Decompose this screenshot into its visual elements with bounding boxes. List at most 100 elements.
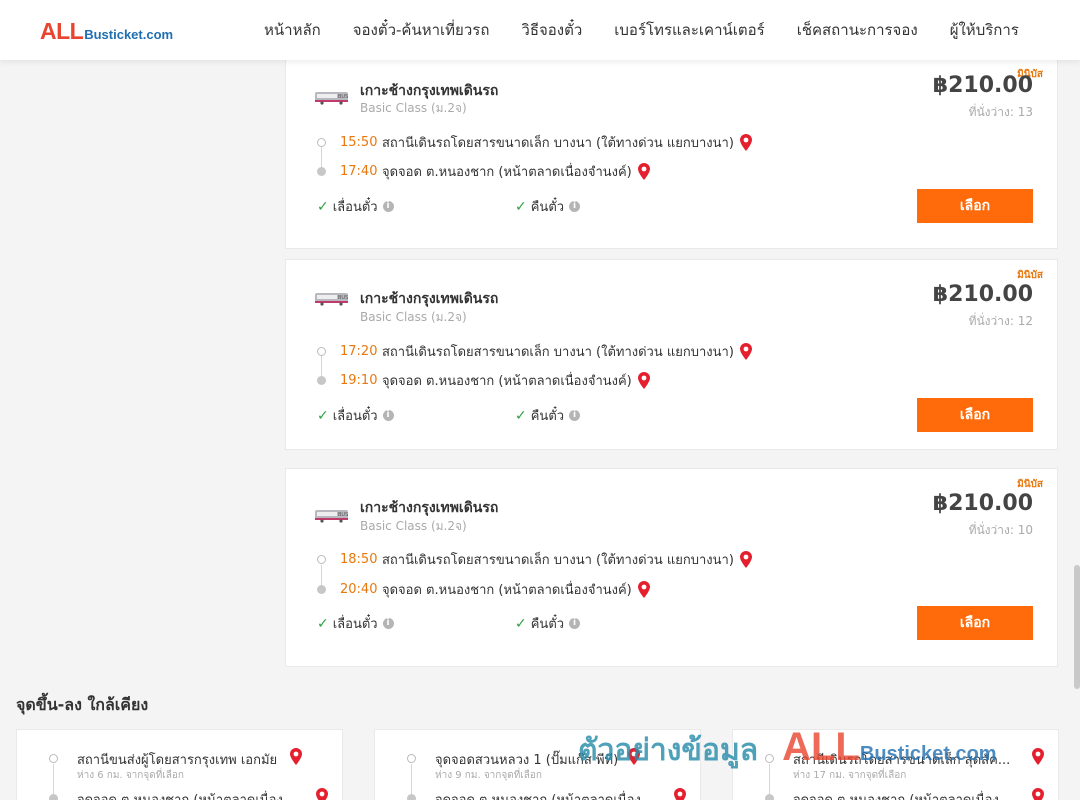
bus-class: Basic Class (ม.2จ) bbox=[360, 519, 467, 533]
route-line bbox=[769, 764, 770, 794]
arrival-dot-icon bbox=[49, 794, 58, 800]
select-trip-button[interactable]: เลือก bbox=[917, 189, 1033, 223]
site-logo[interactable]: ALL Busticket.com bbox=[40, 18, 173, 45]
check-icon: ✓ bbox=[515, 615, 527, 632]
check-icon: ✓ bbox=[317, 407, 329, 424]
feature-label: เลื่อนตั๋ว bbox=[332, 617, 378, 632]
svg-text:BUS: BUS bbox=[338, 512, 348, 518]
nav-booking-status[interactable]: เช็คสถานะการจอง bbox=[781, 18, 934, 42]
info-icon[interactable]: i bbox=[382, 410, 394, 421]
map-pin-icon[interactable] bbox=[1032, 748, 1044, 769]
feature-change-ticket: ✓ เลื่อนตั๋ว i bbox=[317, 613, 394, 634]
map-pin-icon[interactable] bbox=[637, 372, 650, 389]
page-scrollbar[interactable] bbox=[1074, 565, 1080, 689]
nearby-to-stop: จุดจอด ต.หนองชาก (หน้าตลาดเนื่อง bbox=[77, 789, 283, 800]
seats-available: ที่นั่งว่าง: 12 bbox=[968, 314, 1033, 328]
nav-operators[interactable]: ผู้ให้บริการ bbox=[934, 18, 1035, 42]
nearby-from-stop: จุดจอดสวนหลวง 1 (ปั๊มแก๊ส พีที) bbox=[435, 753, 619, 768]
logo-busticket-text: Busticket.com bbox=[84, 27, 174, 42]
map-pin-icon[interactable] bbox=[674, 788, 686, 800]
departure-dot-icon bbox=[317, 555, 326, 564]
arrival-time: 20:40 bbox=[340, 582, 378, 597]
info-icon[interactable]: i bbox=[382, 201, 394, 212]
departure-stop: 17:20 สถานีเดินรถโดยสารขนาดเล็ก บางนา (ใ… bbox=[317, 341, 752, 362]
map-pin-icon[interactable] bbox=[637, 163, 650, 180]
feature-change-ticket: ✓ เลื่อนตั๋ว i bbox=[317, 196, 394, 217]
departure-dot-icon bbox=[49, 754, 58, 763]
nearby-to-stop: จุดจอด ต.หนองชาก (หน้าตลาดเนื่อง bbox=[793, 789, 999, 800]
site-header: ALL Busticket.com หน้าหลัก จองตั๋ว-ค้นหา… bbox=[0, 0, 1080, 60]
departure-time: 18:50 bbox=[340, 552, 378, 567]
departure-time: 15:50 bbox=[340, 135, 378, 150]
main-nav: หน้าหลัก จองตั๋ว-ค้นหาเที่ยวรถ วิธีจองตั… bbox=[248, 0, 1035, 60]
map-pin-icon[interactable] bbox=[739, 134, 752, 151]
departure-place: สถานีเดินรถโดยสารขนาดเล็ก บางนา (ใต้ทางด… bbox=[382, 553, 734, 568]
nav-home[interactable]: หน้าหลัก bbox=[248, 18, 337, 42]
map-pin-icon[interactable] bbox=[1032, 788, 1044, 800]
route-line bbox=[411, 764, 412, 794]
bus-operator-logo-icon: BUS bbox=[315, 293, 348, 306]
info-icon[interactable]: i bbox=[382, 618, 394, 629]
feature-label: เลื่อนตั๋ว bbox=[332, 200, 378, 215]
route-name: เกาะช้างกรุงเทพเดินรถ bbox=[360, 291, 499, 307]
nearby-stop-card[interactable]: จุดจอดสวนหลวง 1 (ปั๊มแก๊ส พีที) ห่าง 9 ก… bbox=[374, 729, 701, 800]
nearby-to-stop: จุดจอด ต.หนองชาก (หน้าตลาดเนื่อง bbox=[435, 789, 641, 800]
map-pin-icon[interactable] bbox=[637, 581, 650, 598]
info-icon[interactable]: i bbox=[569, 410, 581, 421]
nearby-from-stop: สถานีเดินรถโดยสารขนาดเล็ก สุดสัค... bbox=[793, 753, 1011, 768]
select-trip-button[interactable]: เลือก bbox=[917, 606, 1033, 640]
svg-text:BUS: BUS bbox=[338, 94, 348, 100]
svg-text:BUS: BUS bbox=[338, 295, 348, 301]
arrival-time: 19:10 bbox=[340, 373, 378, 388]
nav-book-search[interactable]: จองตั๋ว-ค้นหาเที่ยวรถ bbox=[337, 18, 506, 42]
ticket-price: ฿210.00 bbox=[932, 73, 1033, 98]
departure-time: 17:20 bbox=[340, 344, 378, 359]
map-pin-icon[interactable] bbox=[739, 343, 752, 360]
map-pin-icon[interactable] bbox=[316, 788, 328, 800]
nearby-from-stop: สถานีขนส่งผู้โดยสารกรุงเทพ เอกมัย bbox=[77, 753, 278, 768]
departure-stop: 18:50 สถานีเดินรถโดยสารขนาดเล็ก บางนา (ใ… bbox=[317, 549, 752, 570]
seats-available: ที่นั่งว่าง: 13 bbox=[968, 105, 1033, 119]
arrival-dot-icon bbox=[765, 794, 774, 800]
nearby-stop-card[interactable]: สถานีเดินรถโดยสารขนาดเล็ก สุดสัค... ห่าง… bbox=[732, 729, 1059, 800]
arrival-place: จุดจอด ต.หนองชาก (หน้าตลาดเนื่องจำนงค์) bbox=[382, 165, 632, 180]
arrival-dot-icon bbox=[317, 376, 326, 385]
nav-how-to-book[interactable]: วิธีจองตั๋ว bbox=[505, 18, 598, 42]
departure-dot-icon bbox=[317, 138, 326, 147]
feature-label: คืนตั๋ว bbox=[530, 200, 565, 215]
nav-contact-counters[interactable]: เบอร์โทรและเคาน์เตอร์ bbox=[598, 18, 780, 42]
nearby-distance: ห่าง 9 กม. จากจุดที่เลือก bbox=[435, 770, 542, 781]
vehicle-type-badge: มินิบัส bbox=[1017, 479, 1043, 490]
check-icon: ✓ bbox=[515, 198, 527, 215]
arrival-dot-icon bbox=[407, 794, 416, 800]
bus-class: Basic Class (ม.2จ) bbox=[360, 101, 467, 115]
arrival-place: จุดจอด ต.หนองชาก (หน้าตลาดเนื่องจำนงค์) bbox=[382, 583, 632, 598]
feature-refund-ticket: ✓ คืนตั๋ว i bbox=[515, 613, 581, 634]
info-icon[interactable]: i bbox=[569, 201, 581, 212]
bus-class: Basic Class (ม.2จ) bbox=[360, 310, 467, 324]
map-pin-icon[interactable] bbox=[739, 551, 752, 568]
nearby-stop-card[interactable]: สถานีขนส่งผู้โดยสารกรุงเทพ เอกมัย ห่าง 6… bbox=[16, 729, 343, 800]
arrival-stop: 19:10 จุดจอด ต.หนองชาก (หน้าตลาดเนื่องจำ… bbox=[317, 370, 650, 391]
arrival-place: จุดจอด ต.หนองชาก (หน้าตลาดเนื่องจำนงค์) bbox=[382, 374, 632, 389]
trip-card: มินิบัส BUS เกาะช้างกรุงเทพเดินรถ Basic … bbox=[285, 58, 1058, 249]
check-icon: ✓ bbox=[515, 407, 527, 424]
feature-refund-ticket: ✓ คืนตั๋ว i bbox=[515, 405, 581, 426]
feature-refund-ticket: ✓ คืนตั๋ว i bbox=[515, 196, 581, 217]
info-icon[interactable]: i bbox=[569, 618, 581, 629]
ticket-price: ฿210.00 bbox=[932, 282, 1033, 307]
trip-card: มินิบัส BUS เกาะช้างกรุงเทพเดินรถ Basic … bbox=[285, 468, 1058, 667]
nearby-distance: ห่าง 6 กม. จากจุดที่เลือก bbox=[77, 770, 184, 781]
seats-available: ที่นั่งว่าง: 10 bbox=[968, 523, 1033, 537]
feature-label: เลื่อนตั๋ว bbox=[332, 409, 378, 424]
arrival-dot-icon bbox=[317, 167, 326, 176]
map-pin-icon[interactable] bbox=[290, 748, 302, 769]
feature-label: คืนตั๋ว bbox=[530, 617, 565, 632]
arrival-time: 17:40 bbox=[340, 164, 378, 179]
departure-place: สถานีเดินรถโดยสารขนาดเล็ก บางนา (ใต้ทางด… bbox=[382, 345, 734, 360]
select-trip-button[interactable]: เลือก bbox=[917, 398, 1033, 432]
route-name: เกาะช้างกรุงเทพเดินรถ bbox=[360, 500, 499, 516]
map-pin-icon[interactable] bbox=[628, 748, 640, 769]
departure-dot-icon bbox=[407, 754, 416, 763]
route-line bbox=[53, 764, 54, 794]
